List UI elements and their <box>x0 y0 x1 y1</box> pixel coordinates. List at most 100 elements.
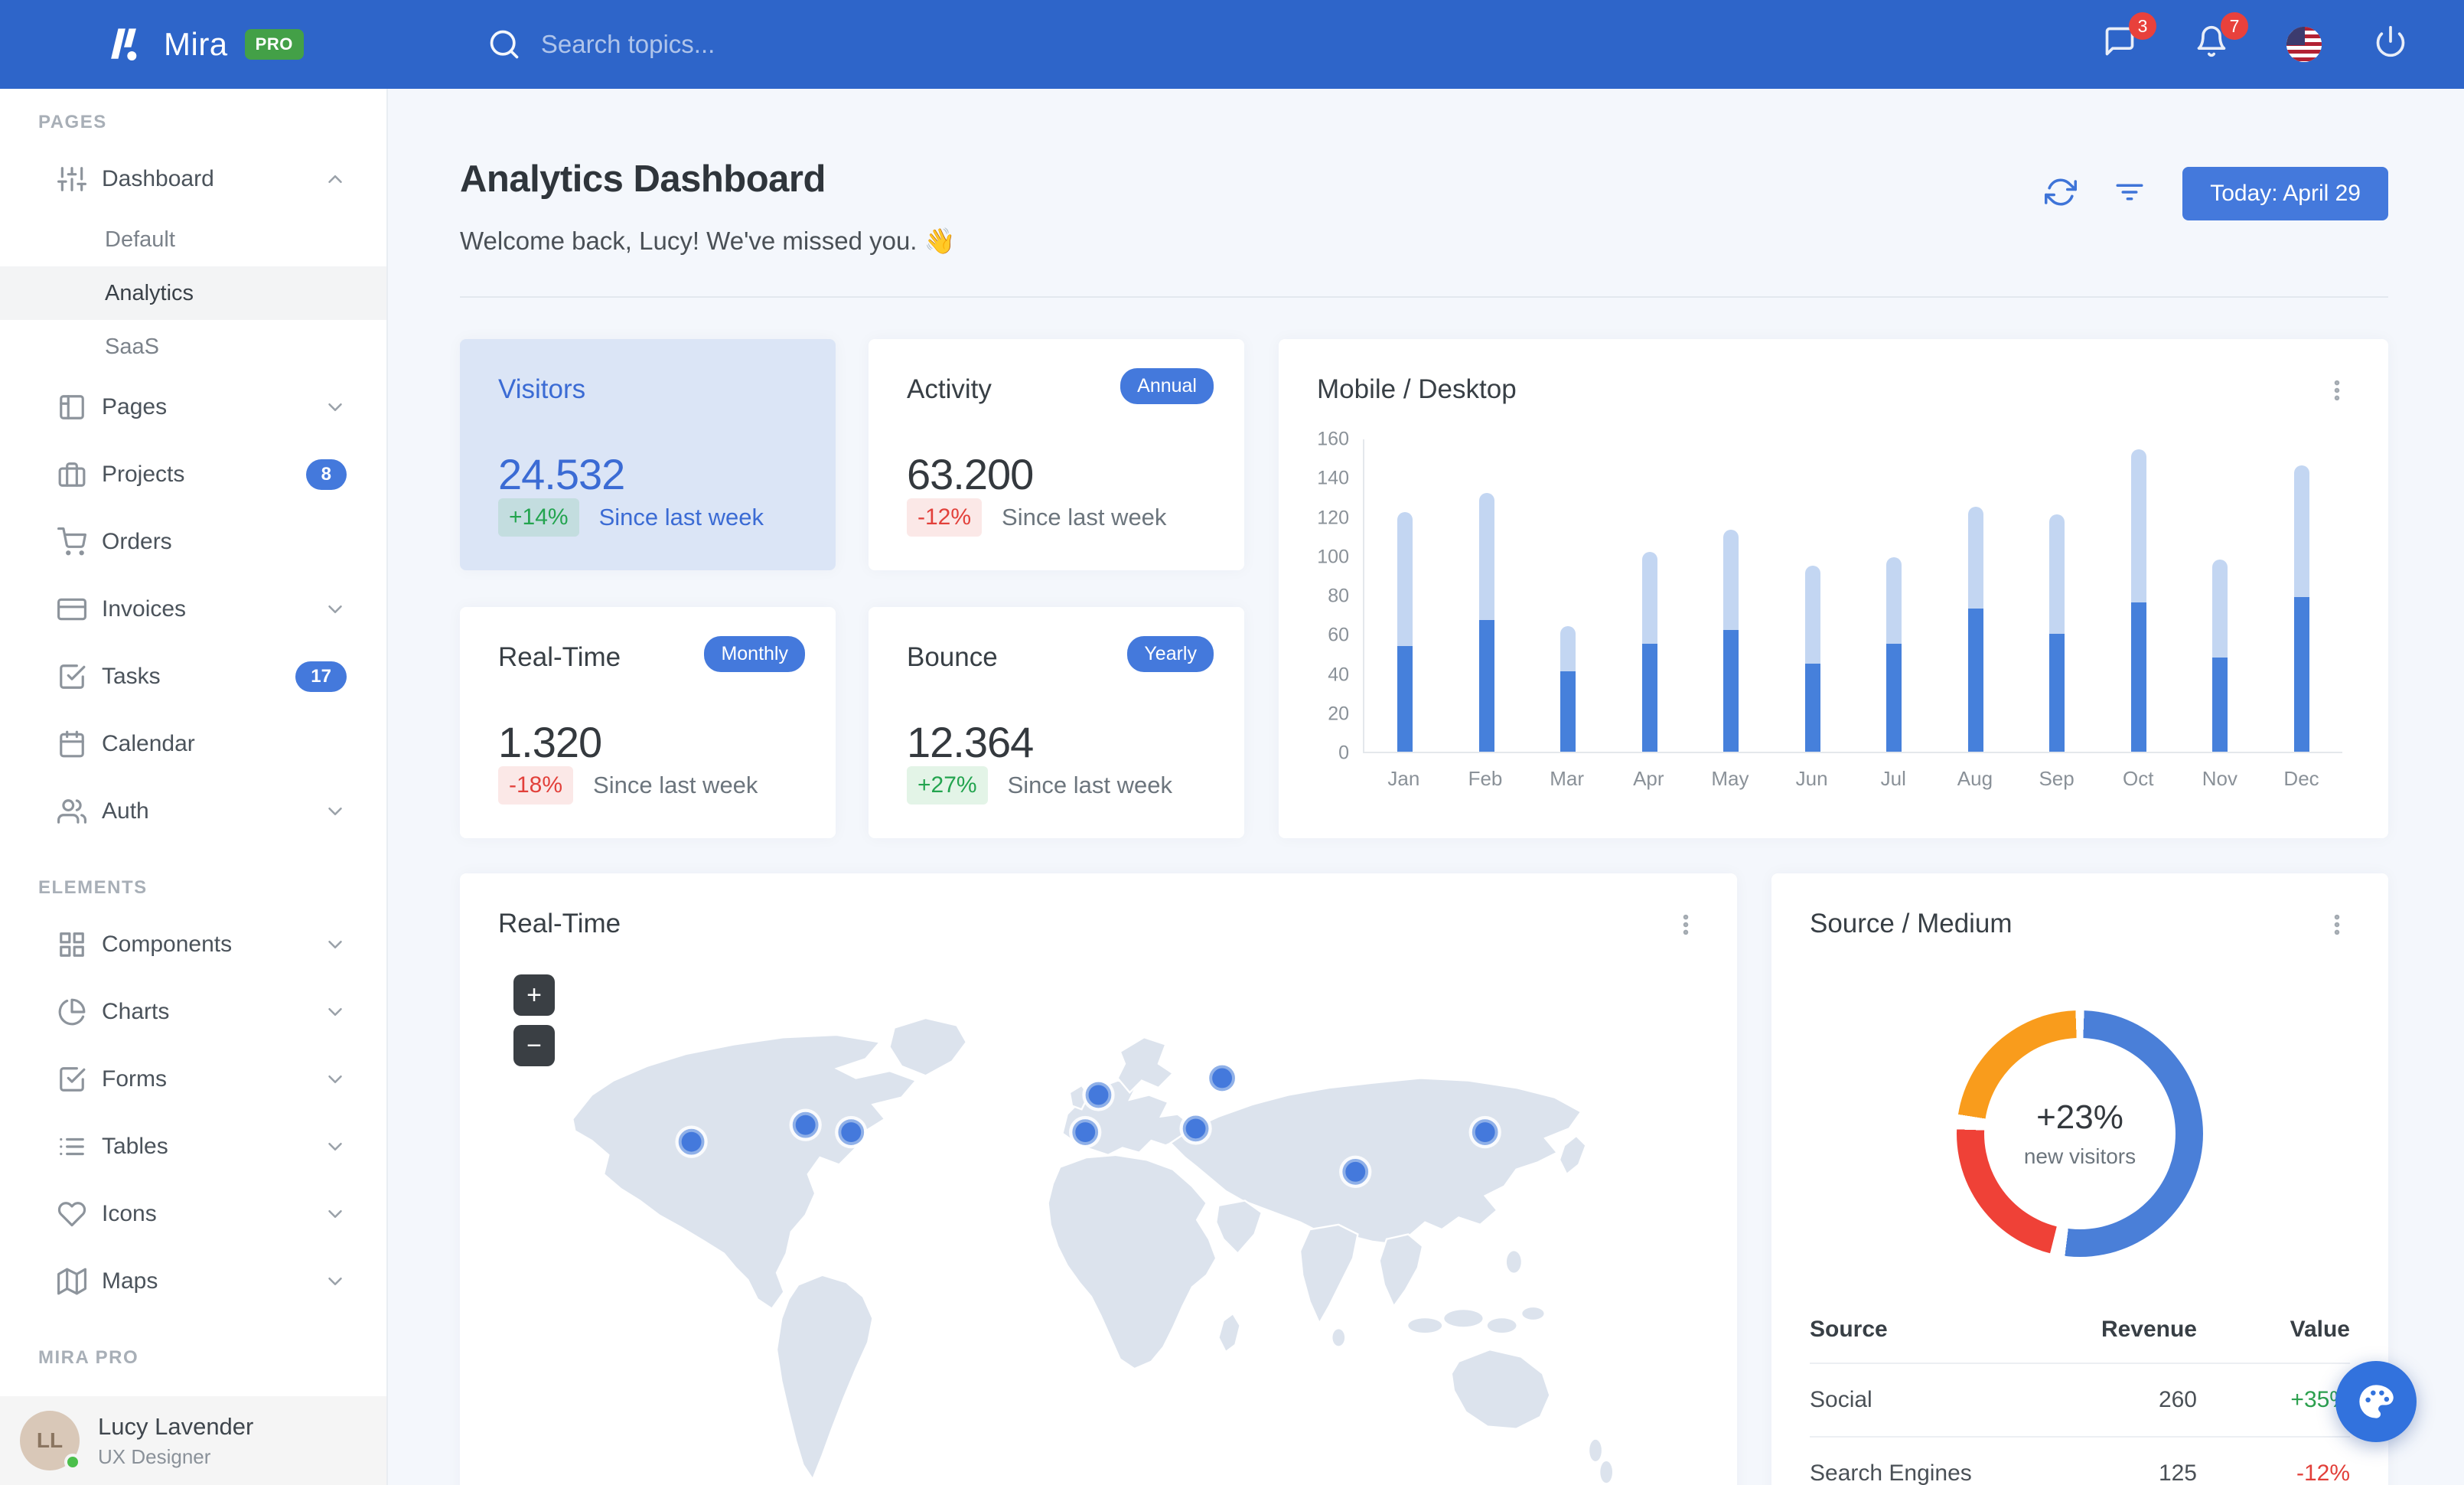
date-range-button[interactable]: Today: April 29 <box>2182 167 2388 220</box>
sidebar-item-label: Calendar <box>102 731 195 756</box>
sidebar-section-label: MIRA PRO <box>38 1347 139 1368</box>
sidebar-subitem-saas[interactable]: SaaS <box>0 320 386 374</box>
stat-cards: Visitors 24.532 +14% Since last week Activit… <box>460 339 1244 838</box>
search-input[interactable] <box>540 30 1077 59</box>
brand[interactable]: Mira PRO <box>101 21 304 68</box>
x-tick-label: Nov <box>2202 767 2238 790</box>
users-icon <box>57 799 86 824</box>
map-marker[interactable] <box>835 1115 868 1149</box>
map-marker[interactable] <box>1339 1155 1372 1189</box>
y-axis: 0 20 40 60 80 100 120 140 160 <box>1312 429 1363 764</box>
island <box>1408 1318 1442 1333</box>
refresh-button[interactable] <box>2045 176 2080 211</box>
brand-name: Mira <box>164 26 228 62</box>
sidebar-item-orders[interactable]: Orders <box>0 508 386 576</box>
map-marker[interactable] <box>675 1125 708 1158</box>
sidebar-item-pages[interactable]: Pages <box>0 374 386 441</box>
map-menu-button[interactable] <box>1670 909 1702 945</box>
sidebar-subitem-default[interactable]: Default <box>0 213 386 266</box>
world-map[interactable] <box>498 965 1699 1485</box>
stat-value: 1.320 <box>498 718 602 766</box>
sidebar-item-maps[interactable]: Maps <box>0 1248 386 1315</box>
stat-value: 12.364 <box>907 718 1034 766</box>
avatar: LL <box>20 1411 81 1470</box>
cell-revenue: 125 <box>2029 1436 2197 1485</box>
y-tick-label: 140 <box>1317 467 1349 489</box>
map-zoom-out-button[interactable]: − <box>513 1025 555 1066</box>
stat-period-badge[interactable]: Annual <box>1120 368 1214 404</box>
donut-center-label: new visitors <box>2023 1144 2136 1168</box>
bar-jan <box>1397 512 1413 752</box>
sidebar-item-forms[interactable]: Forms <box>0 1046 386 1113</box>
filter-button[interactable] <box>2114 176 2149 211</box>
palette-icon <box>2359 1385 2394 1418</box>
sidebar-item-tasks[interactable]: Tasks 17 <box>0 643 386 710</box>
navbar-actions: 3 7 <box>2103 12 2413 64</box>
y-tick-label: 80 <box>1328 585 1349 607</box>
sidebar-item-icons[interactable]: Icons <box>0 1180 386 1248</box>
sidebar-subitem-analytics[interactable]: Analytics <box>0 266 386 320</box>
bar-segment-mobile <box>2293 596 2309 752</box>
bar-segment-mobile <box>1886 644 1902 752</box>
stat-card-visitors: Visitors 24.532 +14% Since last week <box>460 339 836 570</box>
sidebar-item-components[interactable]: Components <box>0 911 386 978</box>
messages-button[interactable]: 3 <box>2103 12 2156 64</box>
chart-menu-button[interactable] <box>2321 374 2353 410</box>
theme-settings-fab[interactable] <box>2335 1361 2417 1442</box>
sidebar-item-projects[interactable]: Projects 8 <box>0 441 386 508</box>
chevron-down-icon <box>328 1008 342 1016</box>
bar-segment-desktop <box>1967 506 1983 609</box>
map-marker[interactable] <box>1179 1112 1212 1145</box>
sidebar-item-charts[interactable]: Charts <box>0 978 386 1046</box>
sign-out-button[interactable] <box>2374 24 2413 64</box>
stat-delta: +14% <box>498 498 579 537</box>
bar-segment-mobile <box>1641 644 1657 752</box>
map-marker[interactable] <box>1468 1115 1501 1149</box>
continent <box>1299 1223 1359 1326</box>
pro-badge: PRO <box>244 29 304 60</box>
map-marker[interactable] <box>1082 1079 1115 1111</box>
sidebar-user[interactable]: LL Lucy Lavender UX Designer <box>0 1396 386 1485</box>
x-tick-label: Mar <box>1550 767 1585 790</box>
stat-delta: -12% <box>907 498 983 537</box>
map-zoom-in-button[interactable]: + <box>513 974 555 1016</box>
page-title: Analytics Dashboard <box>460 158 826 200</box>
mobile-desktop-card: Mobile / Desktop 0 20 40 60 80 100 120 140 160 J… <box>1279 339 2388 838</box>
bar-aug <box>1967 506 1983 752</box>
online-status-dot <box>64 1454 81 1470</box>
map-marker[interactable] <box>789 1108 822 1141</box>
shopping-cart-icon <box>57 527 86 556</box>
sidebar-item-label: Orders <box>102 529 172 554</box>
cell-source: Search Engines <box>1810 1436 2029 1485</box>
sidebar-item-tables[interactable]: Tables <box>0 1113 386 1180</box>
sidebar-item-label: Charts <box>102 999 170 1024</box>
sidebar-item-label: Forms <box>102 1066 167 1092</box>
chevron-up-icon <box>328 175 342 183</box>
sidebar-item-dashboard[interactable]: Dashboard <box>0 145 386 213</box>
sidebar-item-calendar[interactable]: Calendar <box>0 710 386 778</box>
sidebar-item-invoices[interactable]: Invoices <box>0 576 386 643</box>
stat-caption: Since last week <box>598 504 764 530</box>
sidebar-item-label: Pages <box>102 394 168 419</box>
bar-segment-mobile <box>1478 620 1494 752</box>
col-revenue: Revenue <box>2101 1317 2197 1342</box>
more-vertical-icon <box>2334 914 2340 935</box>
cell-source: Social <box>1810 1363 2029 1437</box>
stat-period-badge[interactable]: Yearly <box>1127 636 1214 672</box>
continent <box>1116 1036 1175 1095</box>
map-marker[interactable] <box>1205 1062 1239 1095</box>
island <box>1487 1318 1517 1333</box>
source-menu-button[interactable] <box>2321 909 2353 945</box>
stat-period-badge[interactable]: Monthly <box>704 636 805 672</box>
table-row: Social 260 +35% <box>1810 1363 2350 1437</box>
notifications-button[interactable]: 7 <box>2195 12 2248 64</box>
bar-segment-mobile <box>1804 663 1820 752</box>
heart-icon <box>57 1202 86 1227</box>
language-flag-button[interactable] <box>2286 27 2322 62</box>
sidebar-item-auth[interactable]: Auth <box>0 778 386 845</box>
x-tick-label: Oct <box>2123 767 2154 790</box>
map-marker[interactable] <box>1069 1115 1102 1149</box>
continent <box>1217 1312 1241 1353</box>
bar-feb <box>1478 492 1494 752</box>
island <box>1332 1329 1345 1346</box>
